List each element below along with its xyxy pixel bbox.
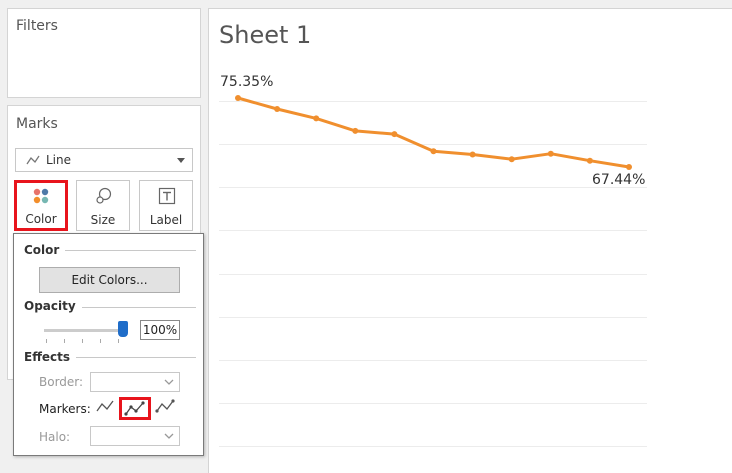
filters-card[interactable]: Filters xyxy=(7,8,201,98)
markers-none-icon[interactable] xyxy=(95,396,115,416)
markers-label: Markers: xyxy=(39,402,91,416)
mark-type-label: Line xyxy=(46,153,72,167)
data-point[interactable] xyxy=(626,164,632,170)
data-point[interactable] xyxy=(469,151,476,158)
markers-all-option[interactable] xyxy=(119,397,151,420)
opacity-section-title: Opacity xyxy=(24,299,82,313)
opacity-input[interactable]: 100% xyxy=(140,320,180,340)
slider-tick xyxy=(100,339,101,343)
chevron-down-icon xyxy=(177,158,185,163)
opacity-slider-thumb[interactable] xyxy=(118,321,128,337)
marks-title: Marks xyxy=(16,116,58,132)
data-point[interactable] xyxy=(352,127,359,134)
data-point[interactable] xyxy=(430,148,437,155)
effects-section-title: Effects xyxy=(24,350,77,364)
size-button[interactable]: Size xyxy=(76,180,130,231)
first-point-label: 75.35% xyxy=(220,74,274,90)
border-label: Border: xyxy=(39,375,84,389)
data-point[interactable] xyxy=(391,131,398,138)
slider-tick xyxy=(64,339,65,343)
halo-dropdown[interactable] xyxy=(90,426,180,446)
data-point[interactable] xyxy=(547,150,554,157)
series-line[interactable] xyxy=(237,96,630,169)
markers-all-icon xyxy=(124,401,145,416)
mark-type-dropdown[interactable]: Line xyxy=(15,148,193,172)
border-dropdown[interactable] xyxy=(90,372,180,392)
data-point[interactable] xyxy=(586,157,593,164)
color-button[interactable]: Color xyxy=(14,180,68,231)
color-dots-icon xyxy=(33,188,49,204)
worksheet-view: Sheet 1 75.35% 67.44% xyxy=(208,8,732,473)
line-mark-icon xyxy=(26,155,40,165)
color-popup: Color Edit Colors... Opacity 100% Effect… xyxy=(13,233,204,456)
label-button-label: Label xyxy=(149,213,183,227)
opacity-slider-track[interactable] xyxy=(44,329,124,332)
halo-label: Halo: xyxy=(39,430,71,444)
data-point[interactable] xyxy=(235,95,241,101)
label-button[interactable]: Label xyxy=(139,180,193,231)
size-icon xyxy=(96,187,112,204)
color-section-title: Color xyxy=(24,243,66,257)
data-point[interactable] xyxy=(313,115,320,122)
slider-tick xyxy=(118,339,119,343)
size-button-label: Size xyxy=(90,213,116,227)
chevron-down-icon xyxy=(164,433,174,439)
left-panel: Filters Marks Line Color Size Label Colo… xyxy=(0,0,206,473)
slider-tick xyxy=(46,339,47,343)
slider-tick xyxy=(82,339,83,343)
edit-colors-button[interactable]: Edit Colors... xyxy=(39,267,180,293)
last-point-label: 67.44% xyxy=(592,172,646,188)
chevron-down-icon xyxy=(164,379,174,385)
label-text-icon xyxy=(158,187,176,205)
markers-ends-icon[interactable] xyxy=(155,396,175,416)
data-point[interactable] xyxy=(274,106,281,112)
color-button-label: Color xyxy=(25,212,57,226)
filters-title: Filters xyxy=(16,18,58,34)
line-chart[interactable] xyxy=(209,9,732,473)
data-point[interactable] xyxy=(508,156,515,163)
